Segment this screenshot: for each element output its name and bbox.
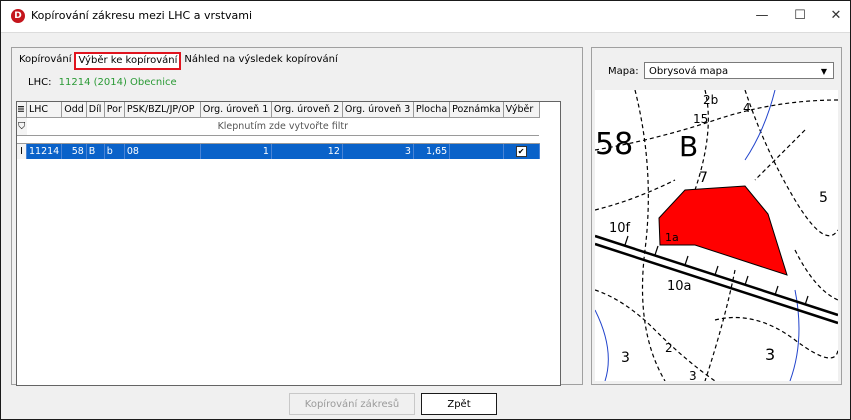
lhc-label: LHC: [28,77,52,88]
map-label-10a: 10a [667,279,692,294]
col-header-plocha[interactable]: Plocha [413,102,451,118]
col-header-por[interactable]: Por [104,102,125,118]
tab-strip: Kopírování Výběr ke kopírování Náhled na… [16,52,341,70]
tab-selection[interactable]: Výběr ke kopírování [74,52,182,70]
map-label-15: 15 [693,112,708,126]
title-bar: D Kopírování zákresu mezi LHC a vrstvami… [1,1,850,31]
selection-panel: Kopírování Výběr ke kopírování Náhled na… [11,47,583,386]
map-label-5: 5 [819,190,828,206]
cell-odd[interactable]: 58 [61,143,87,159]
cell-psk[interactable]: 08 [124,143,201,159]
grid-separator [17,135,540,144]
map-label-4: 4 [743,101,751,115]
map-label-58: 58 [595,127,633,162]
cell-dil[interactable]: B [86,143,105,159]
filter-row[interactable]: ⛉ Klepnutím zde vytvořte filtr [17,117,540,136]
map-label-2: 2 [665,341,673,355]
back-button[interactable]: Zpět [421,393,497,415]
map-label-10f: 10f [609,221,631,236]
chevron-down-icon: ▼ [820,67,827,76]
map-panel: Mapa: Obrysová mapa ▼ 58 B 2b 15 4 7 10f… [591,47,842,385]
map-label-3b: 3 [765,345,775,364]
col-header-psk[interactable]: PSK/BZL/JP/OP [124,102,201,118]
tab-copying[interactable]: Kopírování [16,52,74,70]
stands-grid: ≣ LHC Odd Díl Por PSK/BZL/JP/OP Org. úro… [16,101,561,386]
map-label-3a: 3 [621,350,630,366]
outline-map[interactable]: 58 B 2b 15 4 7 10f 1a 10a 5 3 2 3 3 [595,90,838,381]
filter-icon: ⛉ [17,117,27,136]
table-row[interactable]: I 11214 58 B b 08 1 12 3 1,65 ✔ [17,143,540,159]
cell-poznamka[interactable] [449,143,504,159]
button-bar: Kopírování zákresů Zpět [1,389,850,419]
cell-lhc[interactable]: 11214 [26,143,63,159]
cell-plocha[interactable]: 1,65 [413,143,451,159]
select-checkbox[interactable]: ✔ [515,146,527,157]
map-label-2b: 2b [703,93,718,107]
map-view[interactable]: 58 B 2b 15 4 7 10f 1a 10a 5 3 2 3 3 [595,90,838,381]
row-cursor-icon: I [17,143,27,159]
map-label-7: 7 [699,170,708,186]
col-header-org2[interactable]: Org. úroveň 2 [271,102,343,118]
map-type-value: Obrysová mapa [649,66,729,77]
lhc-info: LHC: 11214 (2014) Obecnice [28,77,177,88]
cell-org3[interactable]: 3 [342,143,414,159]
map-label-1a: 1a [665,231,679,244]
map-label-b: B [679,130,698,163]
grid-header-row: ≣ LHC Odd Díl Por PSK/BZL/JP/OP Org. úro… [17,102,540,118]
col-header-org1[interactable]: Org. úroveň 1 [200,102,272,118]
column-chooser-icon[interactable]: ≣ [17,102,27,118]
cell-org1[interactable]: 1 [200,143,272,159]
cell-vyber[interactable]: ✔ [503,143,540,159]
copy-drawings-button[interactable]: Kopírování zákresů [289,393,415,415]
filter-hint[interactable]: Klepnutím zde vytvořte filtr [26,117,540,136]
map-label: Mapa: [608,66,639,77]
lhc-value: 11214 (2014) Obecnice [58,77,177,88]
cell-por[interactable]: b [104,143,125,159]
col-header-vyber[interactable]: Výběr [503,102,540,118]
col-header-poznamka[interactable]: Poznámka [449,102,504,118]
map-type-select[interactable]: Obrysová mapa ▼ [644,62,834,79]
app-logo-icon: D [11,9,25,23]
col-header-lhc[interactable]: LHC [26,102,63,118]
dialog-body: Kopírování Výběr ke kopírování Náhled na… [1,32,850,419]
minimize-button[interactable]: — [747,5,777,27]
window-title: Kopírování zákresu mezi LHC a vrstvami [31,9,253,22]
tab-preview[interactable]: Náhled na výsledek kopírování [181,52,340,70]
col-header-odd[interactable]: Odd [61,102,87,118]
close-button[interactable]: ✕ [821,5,851,27]
cell-org2[interactable]: 12 [271,143,343,159]
col-header-org3[interactable]: Org. úroveň 3 [342,102,414,118]
maximize-button[interactable]: ☐ [785,5,815,27]
map-label-3c: 3 [689,369,697,381]
col-header-dil[interactable]: Díl [86,102,105,118]
